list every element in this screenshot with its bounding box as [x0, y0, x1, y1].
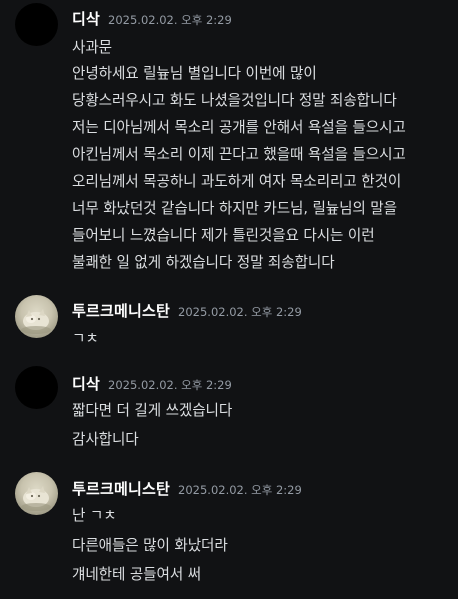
cat-avatar-icon — [21, 486, 51, 511]
message-line: 너무 화났던것 같습니다 하지만 카드님, 릴늎님의 말을 — [72, 200, 397, 217]
cat-avatar-icon — [21, 309, 51, 334]
message-line: 안녕하세요 릴늎님 별입니다 이번에 많이 — [72, 65, 317, 82]
message-header: 디삭 2025.02.02. 오후 2:29 — [72, 373, 232, 394]
message-line: 불쾌한 일 없게 하겠습니다 정말 죄송합니다 — [72, 254, 335, 271]
avatar[interactable] — [15, 295, 58, 338]
message-line: 저는 디아님께서 목소리 공개를 안해서 욕설을 들으시고 — [72, 119, 406, 136]
timestamp: 2025.02.02. 오후 2:29 — [108, 13, 232, 27]
timestamp: 2025.02.02. 오후 2:29 — [178, 483, 302, 497]
message-line: 사과문 — [72, 39, 112, 56]
message-line: 난 ㄱㅊ — [72, 507, 117, 524]
timestamp: 2025.02.02. 오후 2:29 — [108, 378, 232, 392]
message-header: 투르크메니스탄 2025.02.02. 오후 2:29 — [72, 478, 302, 499]
message-line: 짧다면 더 길게 쓰겠습니다 — [72, 402, 233, 419]
message-line: 감사합니다 — [72, 431, 139, 448]
message-line: ㄱㅊ — [72, 330, 99, 347]
username[interactable]: 투르크메니스탄 — [72, 302, 170, 320]
message-header: 투르크메니스탄 2025.02.02. 오후 2:29 — [72, 300, 302, 321]
message-line: 아킨님께서 목소리 이제 끈다고 했을때 욕설을 들으시고 — [72, 146, 406, 163]
avatar[interactable] — [15, 366, 58, 409]
message-line: 들어보니 느꼈습니다 제가 틀린것을요 다시는 이런 — [72, 227, 375, 244]
username[interactable]: 투르크메니스탄 — [72, 480, 170, 498]
username[interactable]: 디삭 — [72, 10, 100, 28]
message-line: 오리님께서 목공하니 과도하게 여자 목소리리고 한것이 — [72, 173, 402, 190]
message-line: 걔네한테 공들여서 써 — [72, 566, 202, 583]
avatar[interactable] — [15, 3, 58, 46]
username[interactable]: 디삭 — [72, 375, 100, 393]
message-header: 디삭 2025.02.02. 오후 2:29 — [72, 8, 232, 29]
message-line: 다른애들은 많이 화났더라 — [72, 537, 228, 554]
avatar[interactable] — [15, 472, 58, 515]
timestamp: 2025.02.02. 오후 2:29 — [178, 305, 302, 319]
message-line: 당황스러우시고 화도 나셨을것입니다 정말 죄송합니다 — [72, 92, 397, 109]
